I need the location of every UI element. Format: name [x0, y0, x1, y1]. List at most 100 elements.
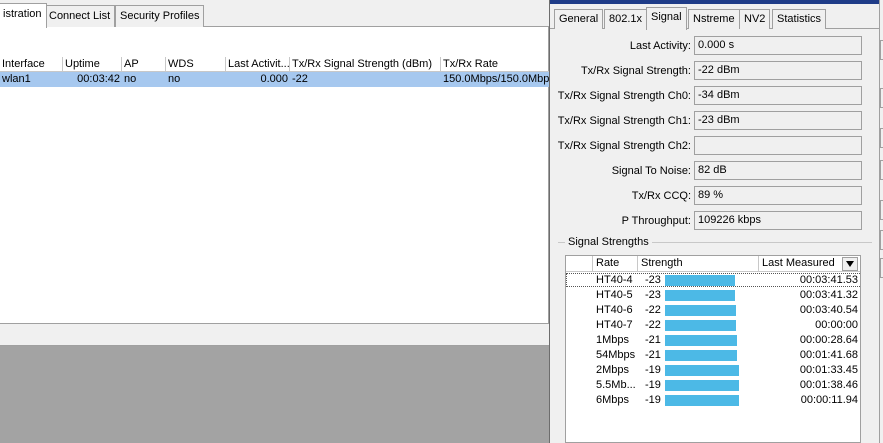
tab-registration[interactable]: istration	[0, 3, 47, 28]
field-signal-to-noise: 82 dB	[694, 161, 862, 180]
dialog-body: General 802.1x Signal Nstreme NV2 Statis…	[550, 4, 880, 443]
strength-value: -23	[645, 289, 661, 301]
last-measured-cell: 00:03:41.53	[799, 274, 858, 286]
label-signal-strength-ch1: Tx/Rx Signal Strength Ch1:	[557, 115, 691, 127]
strength-value: -21	[645, 334, 661, 346]
rate-cell: 2Mbps	[596, 364, 630, 376]
rate-cell: 6Mbps	[596, 394, 630, 406]
signal-strengths-legend: Signal Strengths	[565, 235, 652, 249]
field-signal-strength-ch0: -34 dBm	[694, 86, 862, 105]
strength-bar	[665, 380, 739, 391]
left-tab-bar: istration Connect List Security Profiles	[0, 0, 549, 28]
triangle-down-icon[interactable]	[842, 257, 858, 271]
column-header-last-activity[interactable]: Last Activit...	[226, 57, 290, 72]
list-item[interactable]: 5.5Mb... -19 00:01:38.46	[566, 378, 860, 392]
column-header-signal-strength[interactable]: Tx/Rx Signal Strength (dBm)	[290, 57, 441, 72]
label-last-activity: Last Activity:	[629, 40, 691, 52]
label-signal-strength-ch0: Tx/Rx Signal Strength Ch0:	[557, 90, 691, 102]
last-measured-cell: 00:01:33.45	[799, 364, 858, 376]
strength-bar	[665, 350, 737, 361]
list-item[interactable]: HT40-7 -22 00:00:00	[566, 318, 860, 332]
registration-table-header: Interface Uptime AP WDS Last Activit... …	[0, 57, 549, 72]
rate-cell: HT40-5	[596, 289, 633, 301]
cell-uptime: 00:03:42	[77, 73, 120, 85]
dialog-tab-bar: General 802.1x Signal Nstreme NV2 Statis…	[550, 4, 880, 30]
last-measured-cell: 00:01:41.68	[799, 349, 858, 361]
rate-cell: HT40-6	[596, 304, 633, 316]
strength-bar	[665, 290, 735, 301]
strength-bar	[665, 275, 735, 286]
tab-general[interactable]: General	[554, 9, 604, 29]
column-header-rate[interactable]: Rate	[593, 256, 638, 272]
last-measured-cell: 00:00:11.94	[800, 394, 858, 406]
rate-cell: HT40-4	[596, 274, 633, 286]
last-measured-cell: 00:03:40.54	[799, 304, 858, 316]
cell-signal-strength: -22	[292, 73, 308, 85]
strength-value: -19	[645, 394, 661, 406]
cell-rate: 150.0Mbps/150.0Mbps	[443, 73, 549, 85]
strength-value: -19	[645, 379, 661, 391]
strength-value: -19	[645, 364, 661, 376]
tab-nv2[interactable]: NV2	[739, 9, 771, 29]
list-item[interactable]: 1Mbps -21 00:00:28.64	[566, 333, 860, 347]
cell-ap: no	[124, 73, 137, 85]
list-item[interactable]: 2Mbps -19 00:01:33.45	[566, 363, 860, 377]
label-signal-to-noise: Signal To Noise:	[611, 165, 691, 177]
registration-detail-dialog: General 802.1x Signal Nstreme NV2 Statis…	[549, 0, 883, 443]
column-header-uptime[interactable]: Uptime	[63, 57, 122, 72]
column-header-wds[interactable]: WDS	[166, 57, 226, 72]
signal-strengths-table: Rate Strength Last Measured HT40-4 -23 00:…	[565, 255, 861, 443]
field-last-activity: 0.000 s	[694, 36, 862, 55]
last-measured-cell: 00:03:41.32	[799, 289, 858, 301]
registration-window: istration Connect List Security Profiles…	[0, 0, 549, 443]
strength-bar	[665, 395, 739, 406]
tab-802-1x[interactable]: 802.1x	[604, 9, 648, 29]
strength-value: -21	[645, 349, 661, 361]
strength-bar	[665, 365, 739, 376]
column-header-rate[interactable]: Tx/Rx Rate	[441, 57, 549, 72]
background-window-edge	[879, 0, 883, 443]
list-item[interactable]: HT40-4 -23 00:03:41.53	[566, 273, 860, 287]
column-header-strength[interactable]: Strength	[638, 256, 759, 272]
field-ccq: 89 %	[694, 186, 862, 205]
rate-cell: 1Mbps	[596, 334, 630, 346]
strength-value: -22	[645, 304, 661, 316]
table-row[interactable]: wlan1 00:03:42 no no 0.000 -22 150.0Mbps…	[0, 72, 549, 87]
tab-connect-list[interactable]: Connect List	[44, 5, 116, 27]
strength-bar	[665, 335, 737, 346]
tab-statistics[interactable]: Statistics	[772, 9, 827, 29]
column-header-last-measured[interactable]: Last Measured	[759, 256, 841, 272]
field-signal-strength: -22 dBm	[694, 61, 862, 80]
strength-value: -23	[645, 274, 661, 286]
label-p-throughput: P Throughput:	[621, 215, 691, 227]
field-signal-strength-ch1: -23 dBm	[694, 111, 862, 130]
rate-cell: 5.5Mb...	[596, 379, 636, 391]
rate-cell: HT40-7	[596, 319, 633, 331]
tab-nstreme[interactable]: Nstreme	[688, 9, 740, 29]
signal-strengths-header: Rate Strength Last Measured	[566, 256, 860, 272]
strength-value: -22	[645, 319, 661, 331]
cell-last-activity: 0.000	[260, 73, 288, 85]
strength-bar	[665, 305, 736, 316]
workspace-background	[0, 346, 549, 443]
field-signal-strength-ch2	[694, 136, 862, 155]
label-signal-strength: Tx/Rx Signal Strength:	[580, 65, 691, 77]
last-measured-cell: 00:01:38.46	[799, 379, 858, 391]
status-bar	[0, 323, 549, 346]
last-measured-cell: 00:00:28.64	[799, 334, 858, 346]
tab-signal[interactable]: Signal	[646, 7, 687, 30]
column-header-interface[interactable]: Interface	[0, 57, 63, 72]
field-p-throughput: 109226 kbps	[694, 211, 862, 230]
rate-cell: 54Mbps	[596, 349, 636, 361]
cell-wds: no	[168, 73, 181, 85]
label-ccq: Tx/Rx CCQ:	[631, 190, 691, 202]
list-item[interactable]: HT40-5 -23 00:03:41.32	[566, 288, 860, 302]
list-item[interactable]: 54Mbps -21 00:01:41.68	[566, 348, 860, 362]
column-header-ap[interactable]: AP	[122, 57, 166, 72]
label-signal-strength-ch2: Tx/Rx Signal Strength Ch2:	[557, 140, 691, 152]
tab-security-profiles[interactable]: Security Profiles	[115, 5, 205, 27]
cell-interface: wlan1	[2, 73, 31, 85]
list-item[interactable]: 6Mbps -19 00:00:11.94	[566, 393, 860, 407]
strength-bar	[665, 320, 736, 331]
list-item[interactable]: HT40-6 -22 00:03:40.54	[566, 303, 860, 317]
